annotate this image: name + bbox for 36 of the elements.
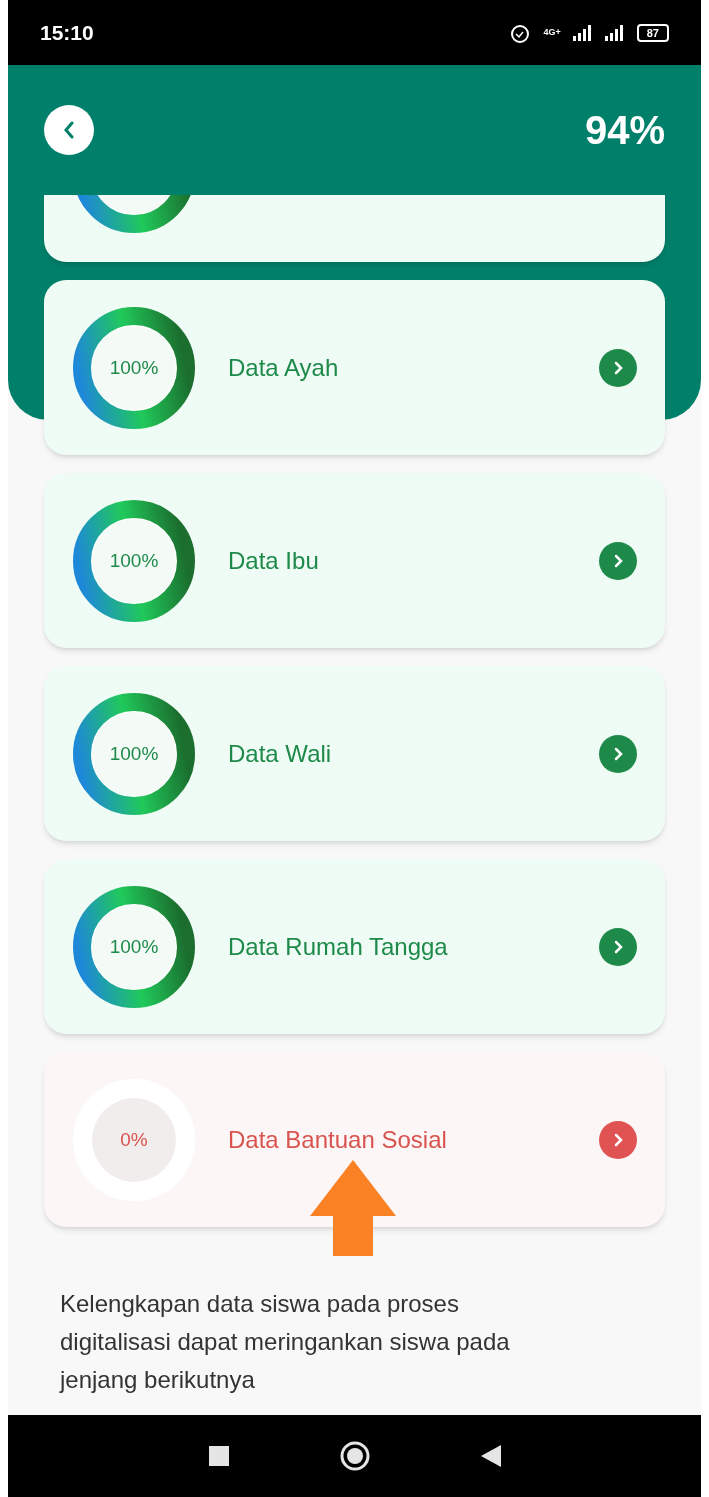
completion-percent: 94% <box>584 107 665 154</box>
arrow-button[interactable] <box>599 734 637 773</box>
arrow-button[interactable] <box>599 927 637 966</box>
card-title: Data Ibu <box>228 545 320 576</box>
circle-icon[interactable] <box>338 1440 371 1472</box>
chevron-right-icon <box>613 746 623 761</box>
chevron-right-icon <box>613 360 623 375</box>
arrow-button[interactable] <box>599 541 637 580</box>
triangle-icon[interactable] <box>480 1445 501 1467</box>
data-card[interactable]: 100% Data Rumah Tangga <box>44 859 665 1034</box>
percent-label: 0% <box>120 1128 148 1151</box>
network-label: 4G+ <box>543 25 561 39</box>
info-text: Kelengkapan data siswa pada proses digitalisasi dapat meringankan siswa pada jenjang berikutnya <box>58 1289 511 1395</box>
square-icon[interactable] <box>208 1446 229 1466</box>
arrow-button[interactable] <box>599 1120 637 1159</box>
signal-icon <box>604 24 625 41</box>
percent-label: 100% <box>109 356 159 379</box>
data-card[interactable]: 100% Data Wali <box>44 666 665 841</box>
percent-label: 100% <box>109 935 159 958</box>
signal-icon <box>572 24 593 41</box>
data-card[interactable]: 0% Data Bantuan Sosial <box>44 1052 665 1227</box>
data-card[interactable]: 100% Data Ayah <box>44 280 665 455</box>
card-title: Data Rumah Tangga <box>228 931 449 962</box>
card-title: Data Bantuan Sosial <box>228 1124 448 1155</box>
percent-label: 100% <box>109 742 159 765</box>
chevron-right-icon <box>613 1132 623 1147</box>
arrow-button[interactable] <box>599 348 637 387</box>
clock: 15:10 <box>40 19 94 46</box>
percent-label: 100% <box>109 549 159 572</box>
card-title: Data Ayah <box>228 352 340 383</box>
chevron-left-icon <box>62 121 76 139</box>
chevron-right-icon <box>613 939 623 954</box>
chevron-right-icon <box>613 553 623 568</box>
card-title: Data Wali <box>228 738 333 769</box>
data-card[interactable]: 100% Data Ibu <box>44 473 665 648</box>
battery-indicator: 87 <box>636 23 669 42</box>
